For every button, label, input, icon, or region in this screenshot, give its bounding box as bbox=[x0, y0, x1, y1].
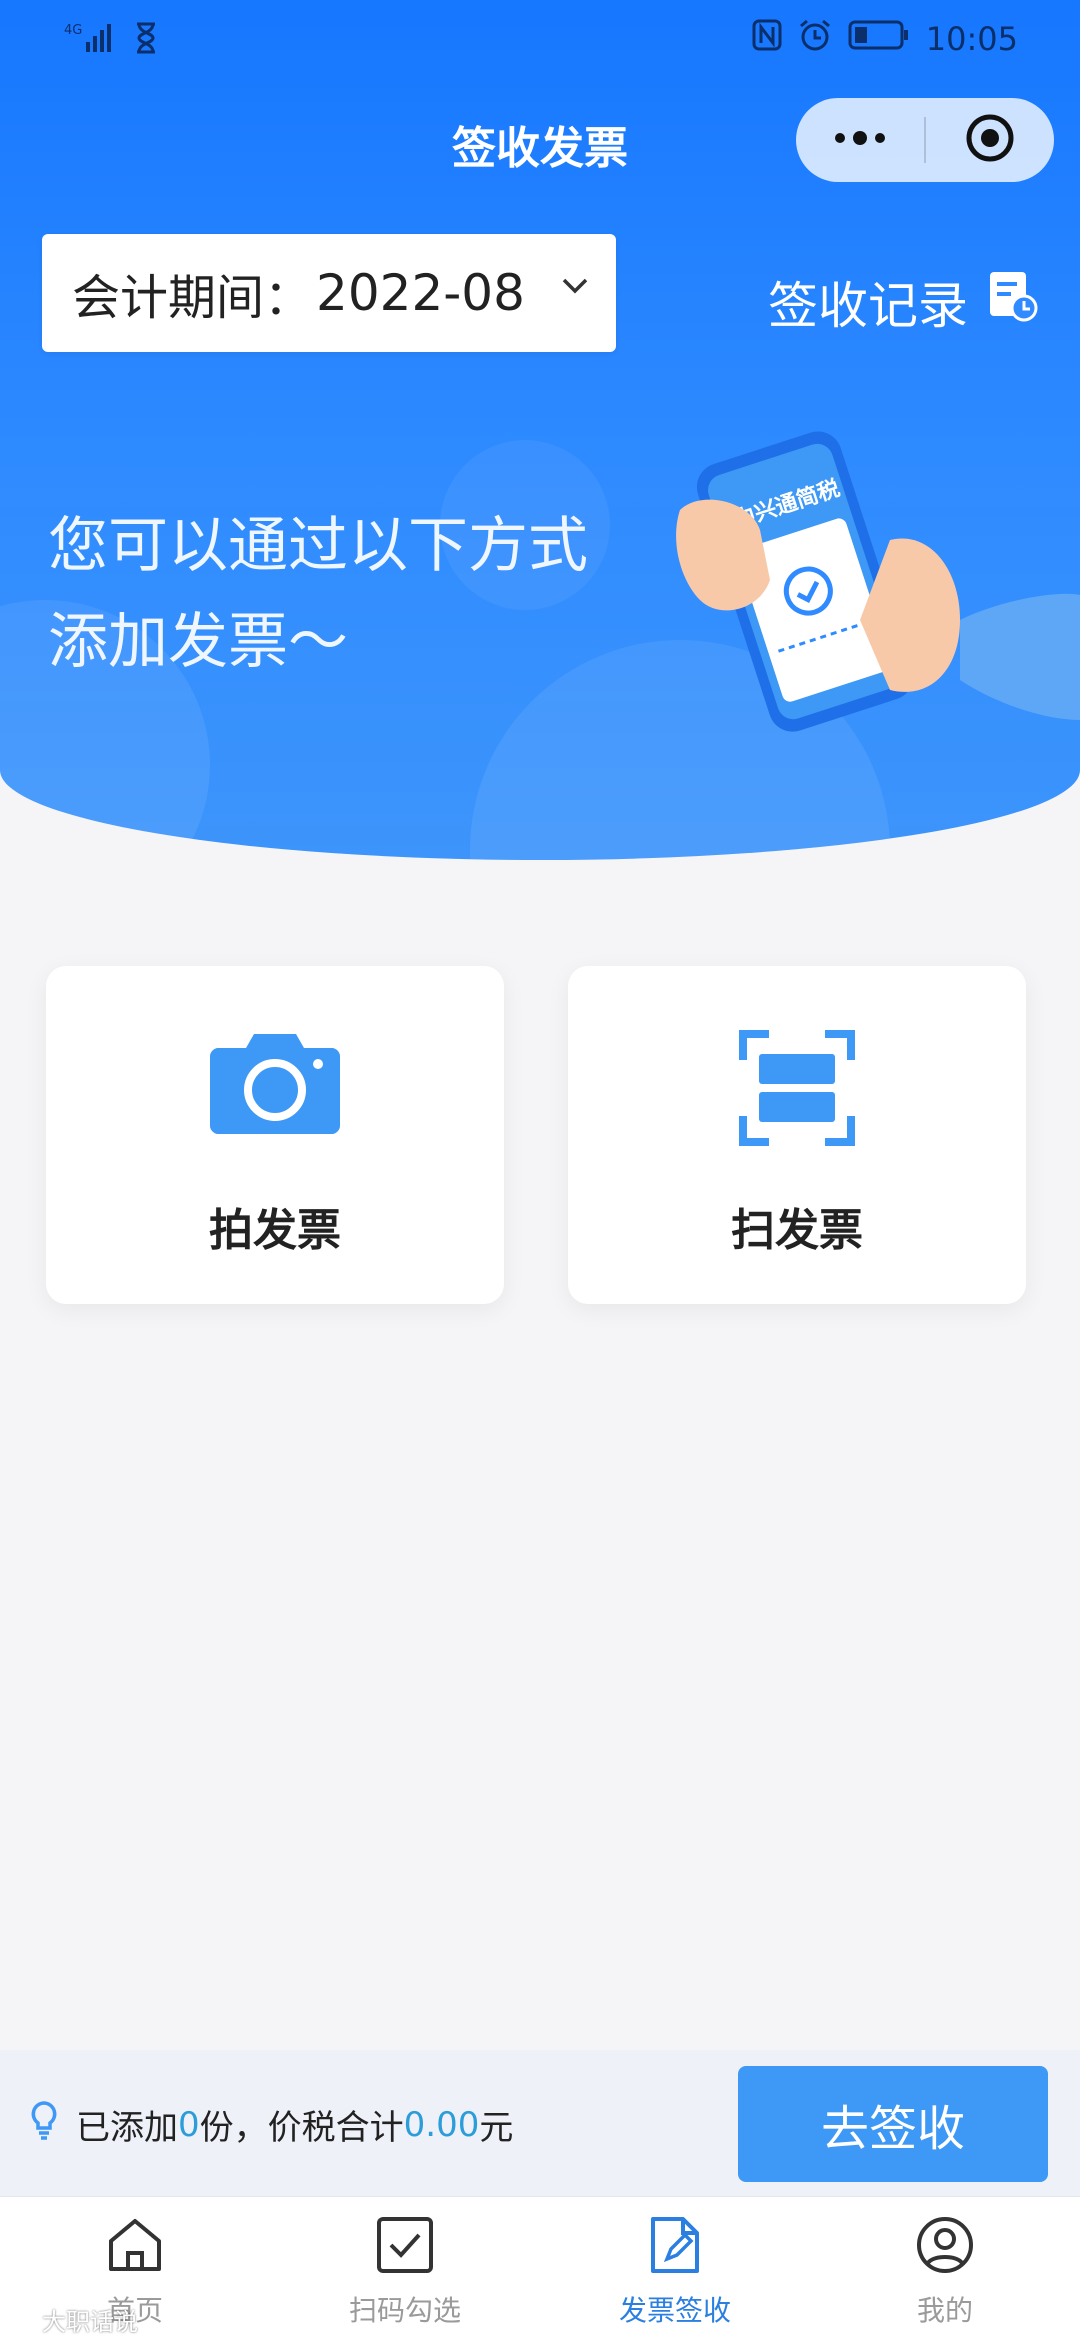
alarm-icon bbox=[798, 18, 832, 60]
tab-mine-label: 我的 bbox=[916, 2294, 973, 2327]
tab-scan-select-label: 扫码勾选 bbox=[348, 2294, 461, 2327]
banner-slogan: 您可以通过以下方式 添加发票～ bbox=[48, 498, 588, 690]
nfc-icon bbox=[752, 19, 782, 59]
camera-icon bbox=[46, 1030, 504, 1134]
slogan-line-1: 您可以通过以下方式 bbox=[48, 511, 588, 581]
scan-invoice-label: 扫发票 bbox=[731, 1205, 863, 1256]
records-label: 签收记录 bbox=[768, 277, 968, 335]
summary-text: 已添加 0 份，价税合计 0.00 元 bbox=[30, 2100, 513, 2149]
summary-mid: 份，价税合计 bbox=[199, 2108, 404, 2148]
summary-suffix: 元 bbox=[479, 2108, 514, 2148]
status-bar: 4G 10:05 bbox=[0, 0, 1080, 76]
scan-invoice-card[interactable]: 扫发票 bbox=[568, 966, 1026, 1304]
checkbox-icon bbox=[375, 2215, 435, 2279]
phone-in-hand-illustration: 中兴通简税 bbox=[660, 420, 1080, 744]
bottom-tab-bar: 首页 扫码勾选 发票签收 我的 bbox=[0, 2196, 1080, 2341]
chevron-down-icon bbox=[560, 276, 590, 300]
period-value: 2022-08 bbox=[316, 264, 525, 322]
invoice-sign-icon bbox=[645, 2215, 705, 2279]
close-miniprogram-button[interactable] bbox=[926, 98, 1054, 182]
records-document-icon bbox=[986, 270, 1038, 334]
weibo-icon bbox=[8, 2305, 38, 2335]
battery-icon bbox=[848, 19, 910, 59]
signal-icon: 4G bbox=[62, 20, 118, 60]
tab-mine[interactable]: 我的 bbox=[810, 2197, 1080, 2341]
user-icon bbox=[915, 2215, 975, 2279]
more-dots-icon bbox=[832, 130, 888, 150]
accounting-period-select[interactable]: 会计期间： 2022-08 bbox=[42, 234, 616, 352]
target-close-icon bbox=[965, 113, 1015, 167]
tab-invoice-sign-label: 发票签收 bbox=[618, 2294, 731, 2327]
tab-invoice-sign[interactable]: 发票签收 bbox=[540, 2197, 810, 2341]
summary-prefix: 已添加 bbox=[76, 2108, 178, 2148]
watermark-text: 大职话说 bbox=[42, 2308, 138, 2336]
take-photo-label: 拍发票 bbox=[209, 1205, 341, 1256]
slogan-line-2: 添加发票～ bbox=[48, 607, 348, 677]
added-count: 0 bbox=[178, 2104, 200, 2145]
status-time: 10:05 bbox=[925, 20, 1018, 58]
lightbulb-icon bbox=[30, 2100, 58, 2149]
watermark: 大职话说 bbox=[8, 2302, 138, 2337]
total-amount: 0.00 bbox=[403, 2104, 480, 2145]
hourglass-icon bbox=[134, 22, 158, 58]
svg-text:4G: 4G bbox=[64, 23, 82, 38]
sign-records-link[interactable]: 签收记录 bbox=[768, 266, 1038, 338]
take-photo-invoice-card[interactable]: 拍发票 bbox=[46, 966, 504, 1304]
tab-scan-select[interactable]: 扫码勾选 bbox=[270, 2197, 540, 2341]
go-sign-button[interactable]: 去签收 bbox=[738, 2066, 1048, 2182]
period-label: 会计期间： bbox=[72, 270, 313, 326]
scan-icon bbox=[568, 1030, 1026, 1146]
home-icon bbox=[105, 2215, 165, 2279]
mini-program-capsule bbox=[796, 98, 1054, 182]
more-button[interactable] bbox=[796, 98, 924, 182]
